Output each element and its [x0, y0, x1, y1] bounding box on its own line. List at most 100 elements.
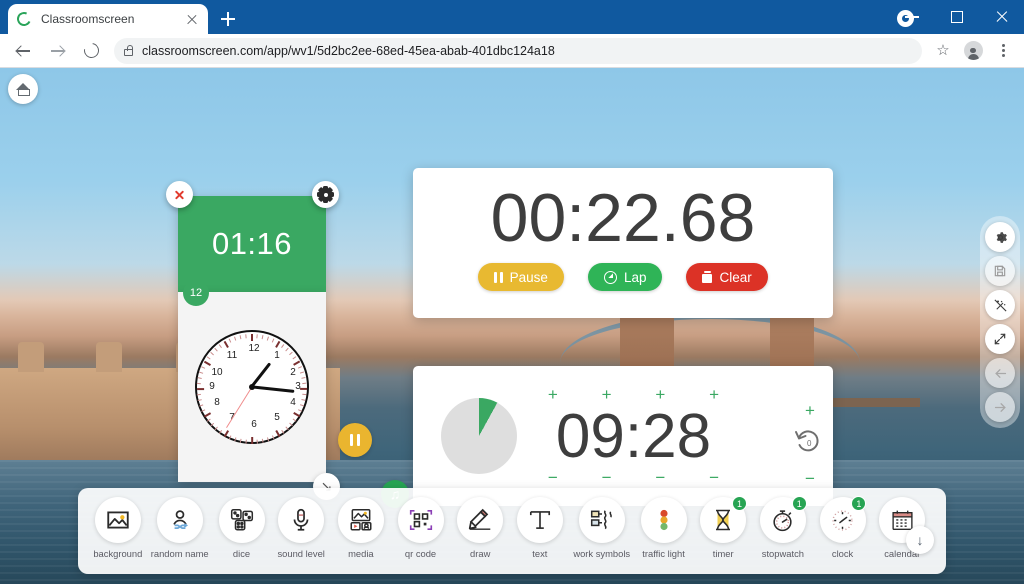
tool-label: qr code [404, 548, 437, 559]
tool-stopwatch[interactable]: 1 stopwatch [757, 496, 809, 559]
browser-tab[interactable]: Classroomscreen [8, 4, 208, 34]
timer-minus-button[interactable]: − [542, 469, 564, 486]
window-controls [889, 0, 1024, 34]
timer-reset-plus-button[interactable]: + [799, 402, 821, 419]
forward-arrow-icon [50, 43, 65, 58]
clock-number: 1 [274, 350, 280, 361]
tool-label: traffic light [642, 548, 685, 559]
tool-badge: 1 [732, 496, 748, 511]
tool-timer[interactable]: 1 timer [697, 496, 749, 559]
green-timer-settings-button[interactable] [312, 181, 339, 208]
tool-background[interactable]: background [92, 497, 144, 559]
tool-media[interactable]: media [335, 497, 387, 559]
side-settings-button[interactable] [985, 222, 1015, 252]
tool-label: clock [831, 548, 854, 559]
clock-number: 9 [209, 381, 215, 392]
tool-badge: 1 [791, 496, 807, 511]
green-timer-widget[interactable]: 01:16 [178, 196, 326, 292]
timer-minus-button[interactable]: − [649, 469, 671, 486]
timer-pause-button[interactable] [338, 423, 372, 457]
tool-label: random name [150, 548, 209, 559]
reload-button[interactable] [77, 37, 105, 65]
side-save-button[interactable] [985, 256, 1015, 286]
bridge-suspension-shape [560, 313, 860, 373]
clock-minute-hand [251, 385, 294, 393]
window-maximize-button[interactable] [934, 1, 979, 33]
timer-plus-button[interactable]: + [703, 386, 725, 403]
clock-center-pin [249, 384, 255, 390]
side-fullscreen-button[interactable] [985, 324, 1015, 354]
tool-label: stopwatch [761, 548, 804, 559]
tool-dice[interactable]: dice [216, 497, 268, 559]
tool-qr-code[interactable]: qr code [395, 497, 447, 559]
tool-label: dice [232, 548, 251, 559]
analog-clock-widget[interactable]: 12 1 2 3 4 5 6 7 8 9 10 11 [178, 292, 326, 482]
timer-decrement-row: − − − − [526, 469, 741, 486]
timer-plus-button[interactable]: + [542, 386, 564, 403]
tool-traffic-light[interactable]: traffic light [638, 497, 690, 559]
timer-time: 09:28 [555, 402, 712, 471]
stopwatch-icon [603, 270, 617, 284]
stopwatch-pause-button[interactable]: Pause [478, 263, 564, 292]
stopwatch-time: 00:22.68 [490, 180, 756, 256]
reload-icon [80, 40, 102, 61]
stopwatch-controls: Pause Lap Clear [478, 263, 768, 292]
tool-label: media [348, 548, 374, 559]
side-redo-button[interactable] [985, 392, 1015, 422]
clock-face: 12 1 2 3 4 5 6 7 8 9 10 11 [195, 330, 309, 444]
browser-titlebar: Classroomscreen [0, 0, 1024, 34]
green-timer-time: 01:16 [211, 226, 293, 261]
kebab-menu-icon[interactable] [990, 38, 1016, 64]
tool-random-name[interactable]: random name [150, 497, 209, 559]
new-tab-button[interactable] [214, 5, 242, 33]
tool-sound-level[interactable]: sound level [275, 497, 327, 559]
tab-close-icon[interactable] [184, 11, 200, 27]
tool-label: text [532, 548, 548, 559]
stopwatch-lap-label: Lap [623, 269, 647, 285]
side-toolbar [980, 216, 1020, 428]
timer-digits-area: + + + + 09:28 − − − − [526, 380, 741, 492]
browser-window: Classroomscreen classroomscreen.com/app/… [0, 0, 1024, 584]
profile-avatar-icon[interactable] [960, 38, 986, 64]
clock-number: 5 [274, 412, 280, 423]
stopwatch-lap-button[interactable]: Lap [587, 263, 663, 292]
timer-minus-button[interactable]: − [703, 469, 725, 486]
close-icon [174, 189, 185, 200]
bookmark-star-icon[interactable]: ☆ [930, 38, 956, 64]
lock-icon [124, 44, 133, 56]
side-undo-button[interactable] [985, 358, 1015, 388]
clock-number: 11 [226, 350, 238, 361]
bottom-toolbar: background random name dice sound level … [78, 488, 946, 574]
tool-draw[interactable]: draw [454, 497, 506, 559]
side-clear-button[interactable] [985, 290, 1015, 320]
window-minimize-button[interactable] [889, 1, 934, 33]
tool-text[interactable]: text [514, 497, 566, 559]
classroomscreen-logo-icon [16, 11, 32, 27]
timer-minus-button[interactable]: − [596, 469, 618, 486]
timer-reset-minus-button[interactable]: − [799, 470, 821, 487]
tool-clock[interactable]: 1 clock [817, 496, 869, 559]
address-bar[interactable]: classroomscreen.com/app/wv1/5d2bc2ee-68e… [114, 37, 922, 64]
forward-button[interactable] [43, 37, 71, 65]
window-close-button[interactable] [979, 1, 1024, 33]
back-arrow-icon [16, 43, 31, 58]
tool-label: work symbols [573, 548, 631, 559]
svg-text:0: 0 [807, 439, 812, 448]
toolbar-collapse-button[interactable]: ↓ [906, 526, 934, 554]
clock-number: 8 [214, 397, 220, 408]
timer-progress-pie [441, 398, 517, 474]
timer-plus-button[interactable]: + [649, 386, 671, 403]
tool-label: timer [712, 548, 734, 559]
stopwatch-clear-button[interactable]: Clear [686, 263, 768, 292]
classroomscreen-app: 01:16 12 1 2 3 4 5 6 8 9 10 11 12 ↘ 00:2… [0, 68, 1024, 584]
back-button[interactable] [9, 37, 37, 65]
reset-to-zero-icon[interactable]: 0 [793, 426, 823, 456]
green-timer-close-button[interactable] [166, 181, 193, 208]
tool-work-symbols[interactable]: work symbols [573, 497, 631, 559]
timer-plus-button[interactable]: + [596, 386, 618, 403]
timer-reset-area: + 0 − [787, 402, 833, 502]
stopwatch-widget: 00:22.68 Pause Lap Clear [413, 168, 833, 318]
trash-icon [702, 271, 713, 284]
home-button[interactable] [8, 74, 38, 104]
tool-label: draw [470, 548, 491, 559]
